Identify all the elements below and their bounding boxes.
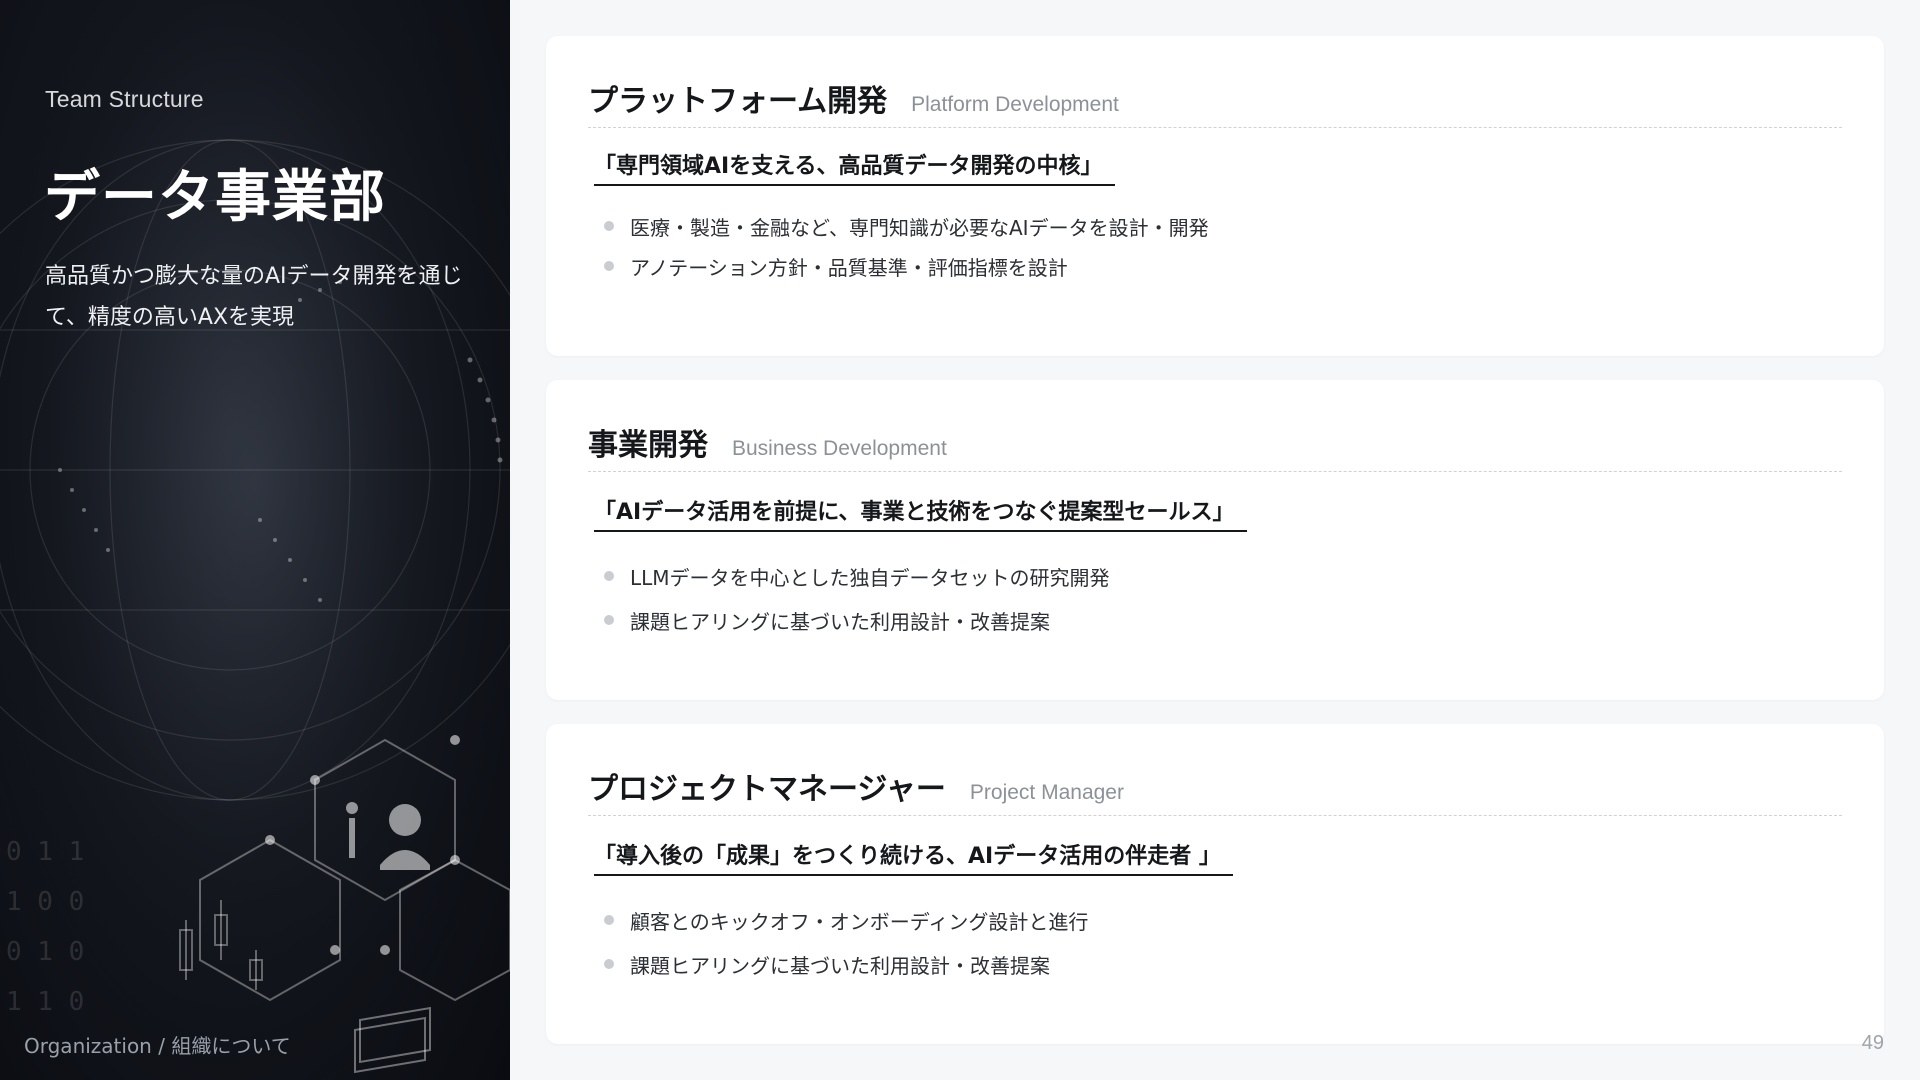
card-tagline: 「導入後の「成果」をつくり続ける、AIデータ活用の伴走者 」	[594, 838, 1233, 876]
svg-text:1 0 0: 1 0 0	[6, 887, 84, 917]
bullet-dot-icon	[604, 915, 614, 925]
hero-panel: 0 1 1 1 0 0 0 1 0 1 1 0 Team Structure デ…	[0, 0, 510, 1080]
bullet-list: 顧客とのキックオフ・オンボーディング設計と進行 課題ヒアリングに基づいた利用設計…	[604, 898, 1088, 986]
card-header: 事業開発 Business Development	[588, 414, 1842, 472]
list-item: アノテーション方針・品質基準・評価指標を設計	[604, 246, 1209, 286]
bullet-list: 医療・製造・金融など、専門知識が必要なAIデータを設計・開発 アノテーション方針…	[604, 206, 1209, 286]
list-item: LLMデータを中心とした独自データセットの研究開発	[604, 554, 1110, 598]
card-project-manager: プロジェクトマネージャー Project Manager 「導入後の「成果」をつ…	[546, 724, 1884, 1044]
lead-text: 高品質かつ膨大な量のAIデータ開発を通じて、精度の高いAXを実現	[45, 264, 463, 330]
card-title: プラットフォーム開発	[588, 84, 888, 119]
bullet-dot-icon	[604, 221, 614, 231]
card-subtitle: Project Manager	[969, 781, 1124, 804]
bullet-dot-icon	[604, 261, 614, 271]
bullet-dot-icon	[604, 571, 614, 581]
svg-text:0 1 1: 0 1 1	[6, 837, 84, 867]
card-business-development: 事業開発 Business Development 「AIデータ活用を前提に、事…	[546, 380, 1884, 700]
breadcrumb: Organization / 組織について	[24, 1034, 291, 1058]
page-number: 49	[1861, 1032, 1884, 1054]
card-title: 事業開発	[588, 428, 708, 463]
card-header: プロジェクトマネージャー Project Manager	[588, 758, 1842, 816]
list-item: 課題ヒアリングに基づいた利用設計・改善提案	[604, 942, 1088, 986]
card-tagline: 「AIデータ活用を前提に、事業と技術をつなぐ提案型セールス」	[594, 494, 1247, 532]
card-tagline: 「専門領域AIを支える、高品質データ開発の中核」	[594, 148, 1115, 186]
list-item: 医療・製造・金融など、専門知識が必要なAIデータを設計・開発	[604, 206, 1209, 246]
svg-text:1 1 0: 1 1 0	[6, 987, 84, 1017]
svg-text:0 1 0: 0 1 0	[6, 937, 84, 967]
bullet-dot-icon	[604, 959, 614, 969]
card-subtitle: Platform Development	[911, 93, 1119, 116]
list-item: 顧客とのキックオフ・オンボーディング設計と進行	[604, 898, 1088, 942]
bullet-list: LLMデータを中心とした独自データセットの研究開発 課題ヒアリングに基づいた利用…	[604, 554, 1110, 642]
card-title: プロジェクトマネージャー	[588, 772, 946, 807]
section-eyebrow: Team Structure	[45, 86, 204, 112]
bullet-dot-icon	[604, 615, 614, 625]
card-platform-development: プラットフォーム開発 Platform Development 「専門領域AIを…	[546, 36, 1884, 356]
card-header: プラットフォーム開発 Platform Development	[588, 70, 1842, 128]
page-title: データ事業部	[44, 165, 386, 230]
card-subtitle: Business Development	[732, 437, 947, 460]
list-item: 課題ヒアリングに基づいた利用設計・改善提案	[604, 598, 1110, 642]
